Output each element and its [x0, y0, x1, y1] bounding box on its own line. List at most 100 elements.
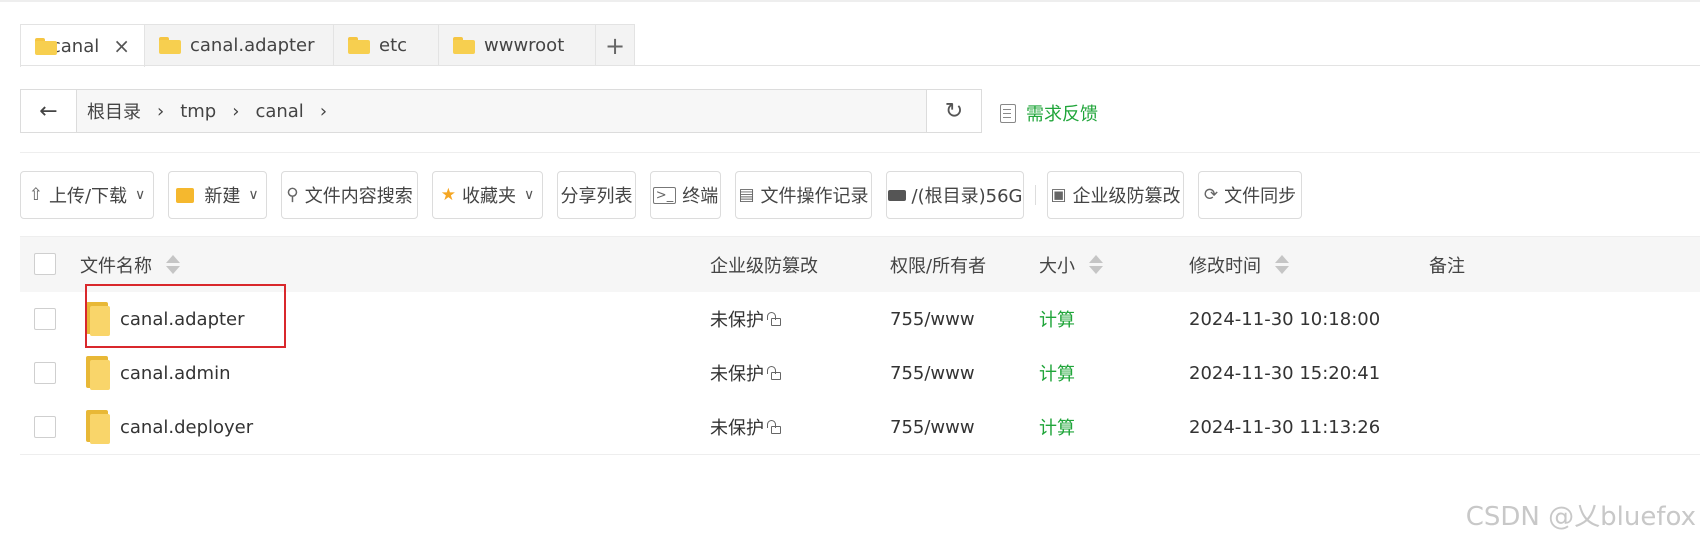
row-checkbox[interactable]: [34, 308, 56, 330]
tab-label: canal: [50, 35, 100, 57]
unlock-icon[interactable]: [767, 312, 781, 326]
tamper-proof-button[interactable]: ▣ 企业级防篡改: [1047, 171, 1184, 219]
content-search-label: 文件内容搜索: [304, 186, 413, 207]
header-perm-owner: 权限/所有者: [890, 237, 986, 292]
sync-folder-icon: ⟳: [1203, 185, 1219, 205]
new-label: 新建: [204, 186, 241, 207]
path-bar: ← 根目录 › tmp › canal › ↻: [20, 89, 982, 133]
header-tamper: 企业级防篡改: [710, 237, 818, 292]
header-note-label: 备注: [1429, 255, 1465, 277]
file-op-log-button[interactable]: ▤ 文件操作记录: [735, 171, 872, 219]
sort-icon[interactable]: [1089, 255, 1103, 274]
sort-icon[interactable]: [166, 255, 180, 274]
tamper-status-label: 未保护: [710, 364, 764, 385]
calc-size-link[interactable]: 计算: [1039, 292, 1075, 346]
header-tamper-label: 企业级防篡改: [710, 255, 818, 277]
calc-size-link[interactable]: 计算: [1039, 346, 1075, 400]
folder-icon: [86, 410, 110, 444]
header-perm-label: 权限/所有者: [890, 255, 987, 277]
breadcrumb-root[interactable]: 根目录: [77, 98, 151, 124]
disk-icon: [887, 189, 906, 201]
chevron-right-icon: ›: [232, 100, 240, 122]
tab-bar: canal × canal.adapter etc wwwroot +: [20, 24, 635, 67]
terminal-icon: >_: [652, 186, 677, 204]
perm-owner[interactable]: 755/www: [890, 292, 975, 346]
chevron-down-icon: ∨: [524, 187, 535, 203]
breadcrumb-canal[interactable]: canal: [245, 101, 313, 122]
toolbar-divider: [1035, 185, 1036, 205]
tab-label: etc: [379, 35, 408, 56]
shield-icon: ▣: [1050, 185, 1067, 205]
sort-icon[interactable]: [1275, 255, 1289, 274]
folder-icon: [86, 356, 110, 390]
folder-icon: [35, 37, 57, 55]
breadcrumb-tmp[interactable]: tmp: [170, 101, 226, 122]
perm-owner[interactable]: 755/www: [890, 400, 975, 454]
tamper-status[interactable]: 未保护: [710, 346, 781, 400]
terminal-label: 终端: [682, 186, 719, 207]
divider: [20, 152, 1700, 153]
unlock-icon[interactable]: [767, 366, 781, 380]
file-name[interactable]: canal.admin: [120, 363, 231, 384]
file-name-cell[interactable]: canal.deployer: [86, 400, 253, 454]
mtime: 2024-11-30 10:18:00: [1189, 308, 1381, 330]
tab-canal[interactable]: canal ×: [20, 24, 145, 67]
table-row[interactable]: canal.deployer 未保护 755/www 计算 2024-11-30…: [20, 400, 1700, 455]
tab-label: canal.adapter: [190, 35, 315, 56]
feedback-label: 需求反馈: [1026, 104, 1098, 125]
upload-download-button[interactable]: ⇧ 上传/下载 ∨: [20, 171, 154, 219]
folder-icon: [348, 37, 370, 54]
annotation-highlight-box: [85, 284, 286, 348]
row-checkbox[interactable]: [34, 416, 56, 438]
disk-label: /(根目录)56G: [911, 186, 1023, 207]
close-icon[interactable]: ×: [113, 34, 130, 58]
file-sync-button[interactable]: ⟳ 文件同步: [1198, 171, 1302, 219]
content-search-button[interactable]: ⚲ 文件内容搜索: [281, 171, 418, 219]
chevron-right-icon[interactable]: ›: [314, 101, 333, 122]
star-icon: ★: [440, 185, 456, 205]
calc-size-link[interactable]: 计算: [1039, 400, 1075, 454]
breadcrumb: 根目录 › tmp › canal ›: [77, 98, 333, 124]
share-list-button[interactable]: 分享列表: [557, 171, 636, 219]
select-all-checkbox[interactable]: [34, 253, 56, 275]
file-name[interactable]: canal.deployer: [120, 417, 253, 438]
new-button[interactable]: 新建 ∨: [168, 171, 267, 219]
mtime: 2024-11-30 11:13:26: [1189, 416, 1381, 438]
file-name-cell[interactable]: canal.admin: [86, 346, 231, 400]
file-op-log-label: 文件操作记录: [760, 186, 869, 207]
upload-icon: ⇧: [28, 185, 43, 205]
search-icon: ⚲: [286, 185, 299, 205]
feedback-link[interactable]: 需求反馈: [1000, 100, 1098, 126]
chevron-down-icon: ∨: [135, 187, 146, 203]
header-size-label: 大小: [1039, 255, 1075, 277]
header-mtime-label: 修改时间: [1189, 255, 1261, 277]
tamper-proof-label: 企业级防篡改: [1072, 186, 1181, 207]
unlock-icon[interactable]: [767, 420, 781, 434]
back-arrow-icon[interactable]: ←: [21, 90, 77, 132]
tab-label: wwwroot: [484, 35, 565, 56]
terminal-button[interactable]: >_ 终端: [650, 171, 721, 219]
tab-wwwroot[interactable]: wwwroot: [438, 24, 596, 66]
favorites-label: 收藏夹: [462, 186, 516, 207]
log-icon: ▤: [738, 185, 755, 205]
tamper-status[interactable]: 未保护: [710, 292, 781, 346]
refresh-icon[interactable]: ↻: [926, 90, 981, 132]
file-sync-label: 文件同步: [1224, 186, 1297, 207]
document-icon: [1000, 103, 1016, 123]
tab-etc[interactable]: etc: [333, 24, 439, 66]
tamper-status[interactable]: 未保护: [710, 400, 781, 454]
perm-owner[interactable]: 755/www: [890, 346, 975, 400]
table-row[interactable]: canal.admin 未保护 755/www 计算 2024-11-30 15…: [20, 346, 1700, 401]
share-list-label: 分享列表: [560, 186, 633, 207]
new-folder-icon: [176, 187, 195, 203]
header-note: 备注: [1429, 237, 1465, 292]
disk-button[interactable]: /(根目录)56G: [886, 171, 1024, 219]
tamper-status-label: 未保护: [710, 418, 764, 439]
tab-bar-underline: [20, 65, 1700, 66]
favorites-button[interactable]: ★ 收藏夹 ∨: [432, 171, 543, 219]
row-checkbox[interactable]: [34, 362, 56, 384]
tab-canal-adapter[interactable]: canal.adapter: [144, 24, 334, 66]
header-size[interactable]: 大小: [1039, 237, 1103, 292]
add-tab-button[interactable]: +: [595, 24, 635, 66]
header-mtime[interactable]: 修改时间: [1189, 237, 1289, 292]
